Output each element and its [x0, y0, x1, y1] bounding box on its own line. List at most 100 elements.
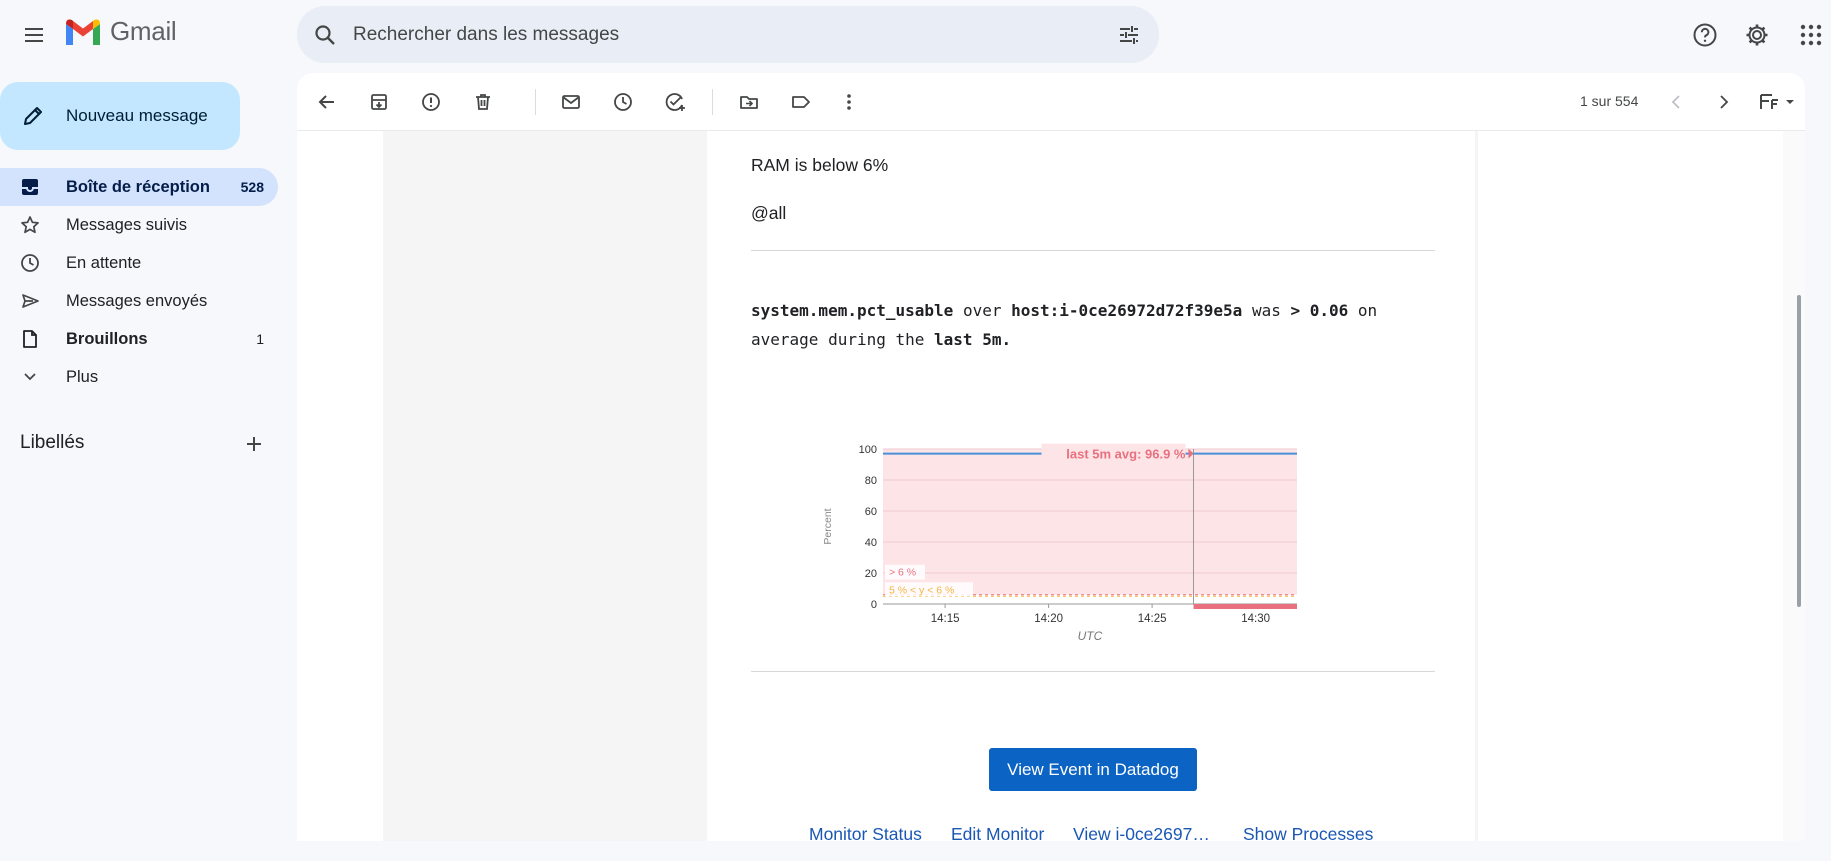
newer-button[interactable]	[1659, 84, 1695, 120]
sidebar-item-sent[interactable]: Messages envoyés	[0, 282, 278, 320]
tune-icon	[1120, 25, 1138, 44]
alert-status-bar	[1193, 604, 1297, 609]
report-icon	[422, 93, 440, 111]
help-button[interactable]	[1684, 14, 1726, 56]
create-label-button[interactable]	[242, 432, 266, 456]
inbox-icon	[22, 179, 38, 195]
apps-grid-icon	[1800, 24, 1822, 46]
x-tick-label: 14:30	[1241, 613, 1270, 625]
compose-button[interactable]: Nouveau message	[0, 82, 240, 150]
view-host-link[interactable]: View i-0ce2697…	[1073, 824, 1210, 841]
add-to-tasks-button[interactable]	[657, 84, 693, 120]
input-tools-button[interactable]	[1753, 84, 1803, 120]
query-word: was	[1251, 301, 1281, 320]
alert-message: RAM is below 6%	[751, 155, 889, 175]
message-toolbar: 1 sur 554	[297, 73, 1805, 131]
archive-button[interactable]	[361, 84, 397, 120]
y-tick-label: 80	[865, 475, 877, 487]
mail-icon	[562, 95, 580, 109]
show-processes-link[interactable]: Show Processes	[1243, 824, 1373, 841]
sidebar-item-inbox[interactable]: Boîte de réception 528	[0, 168, 278, 206]
main-menu-button[interactable]	[14, 15, 54, 55]
search-input[interactable]	[353, 23, 1099, 46]
sidebar-item-label: En attente	[66, 253, 142, 272]
chevron-right-icon	[1720, 95, 1729, 109]
mention-text: @all	[751, 203, 787, 223]
inbox-count: 528	[240, 179, 264, 195]
x-tick-label: 14:20	[1034, 613, 1063, 625]
labels-heading: Libellés	[20, 432, 85, 453]
arrow-back-icon	[318, 95, 334, 109]
gmail-m-icon	[66, 19, 100, 45]
clock-icon	[21, 254, 39, 272]
settings-button[interactable]	[1736, 14, 1778, 56]
more-options-button[interactable]	[831, 84, 867, 120]
pencil-icon	[24, 107, 42, 125]
y-tick-label: 20	[865, 568, 877, 580]
mark-unread-button[interactable]	[553, 84, 589, 120]
y-tick-label: 0	[871, 599, 877, 611]
metric-name: system.mem.pct_usable	[751, 301, 954, 320]
sidebar-item-starred[interactable]: Messages suivis	[0, 206, 278, 244]
move-to-folder-icon	[740, 96, 758, 109]
query-word: over	[962, 301, 1002, 320]
warning-threshold-label: 5 % < y < 6 %	[889, 584, 954, 596]
scrollbar[interactable]	[1783, 131, 1805, 841]
labels-button[interactable]	[783, 84, 819, 120]
y-tick-label: 60	[865, 506, 877, 518]
memory-chart: 0 20 40 60 80 100 14:15 14:20 14:25 14:30 Percen…	[822, 443, 1297, 643]
archive-icon	[371, 94, 387, 110]
time-window: last 5m.	[934, 330, 1012, 349]
view-event-button[interactable]: View Event in Datadog	[989, 748, 1197, 791]
snooze-button[interactable]	[605, 84, 641, 120]
star-icon	[21, 216, 39, 234]
query-word: average during the	[751, 330, 925, 349]
y-tick-label: 100	[859, 444, 877, 456]
move-to-button[interactable]	[731, 84, 767, 120]
pagination-text: 1 sur 554	[1580, 93, 1639, 109]
add-task-icon	[665, 93, 685, 111]
trash-icon	[476, 94, 490, 110]
scrollbar-thumb[interactable]	[1797, 295, 1801, 607]
compose-label: Nouveau message	[66, 106, 208, 125]
search-bar[interactable]	[297, 6, 1159, 63]
delete-button[interactable]	[465, 84, 501, 120]
draft-icon	[23, 330, 37, 348]
report-spam-button[interactable]	[413, 84, 449, 120]
message-content: RAM is below 6% @all system.mem.pct_usab…	[297, 131, 1805, 841]
apps-button[interactable]	[1790, 14, 1831, 56]
plus-icon	[247, 437, 261, 451]
sidebar-item-snoozed[interactable]: En attente	[0, 244, 278, 282]
top-bar: Gmail	[0, 0, 1831, 70]
sidebar-item-label: Messages suivis	[66, 215, 188, 234]
query-word: on	[1357, 301, 1378, 320]
gmail-logo[interactable]: Gmail	[64, 16, 177, 47]
toolbar-divider	[535, 89, 536, 115]
sidebar-item-label: Boîte de réception	[66, 177, 210, 196]
search-icon	[315, 24, 335, 45]
label-icon	[792, 96, 810, 108]
chevron-left-icon	[1671, 95, 1680, 109]
monitor-status-link[interactable]: Monitor Status	[809, 824, 922, 841]
chevron-down-icon	[24, 373, 36, 381]
search-options-button[interactable]	[1099, 23, 1159, 47]
x-tick-label: 14:25	[1138, 613, 1167, 625]
search-button[interactable]	[297, 23, 353, 47]
divider	[751, 671, 1435, 672]
sidebar-item-more[interactable]: Plus	[0, 358, 278, 396]
send-icon	[22, 294, 39, 308]
monitor-query: system.mem.pct_usable over host:i-0ce269…	[751, 296, 1441, 354]
sidebar-item-label: Brouillons	[66, 329, 148, 348]
sidebar-item-label: Messages envoyés	[66, 291, 208, 310]
older-button[interactable]	[1705, 84, 1741, 120]
x-axis-label: UTC	[1078, 629, 1103, 643]
divider	[751, 250, 1435, 251]
sidebar-item-label: Plus	[66, 367, 99, 386]
sidebar-item-drafts[interactable]: Brouillons 1	[0, 320, 278, 358]
back-button[interactable]	[309, 84, 345, 120]
sidebar-nav: Boîte de réception 528 Messages suivis E…	[0, 168, 278, 396]
avg-annotation: last 5m avg: 96.9 %	[1066, 447, 1186, 462]
edit-monitor-link[interactable]: Edit Monitor	[951, 824, 1044, 841]
y-tick-label: 40	[865, 537, 877, 549]
gear-icon	[1746, 24, 1768, 46]
